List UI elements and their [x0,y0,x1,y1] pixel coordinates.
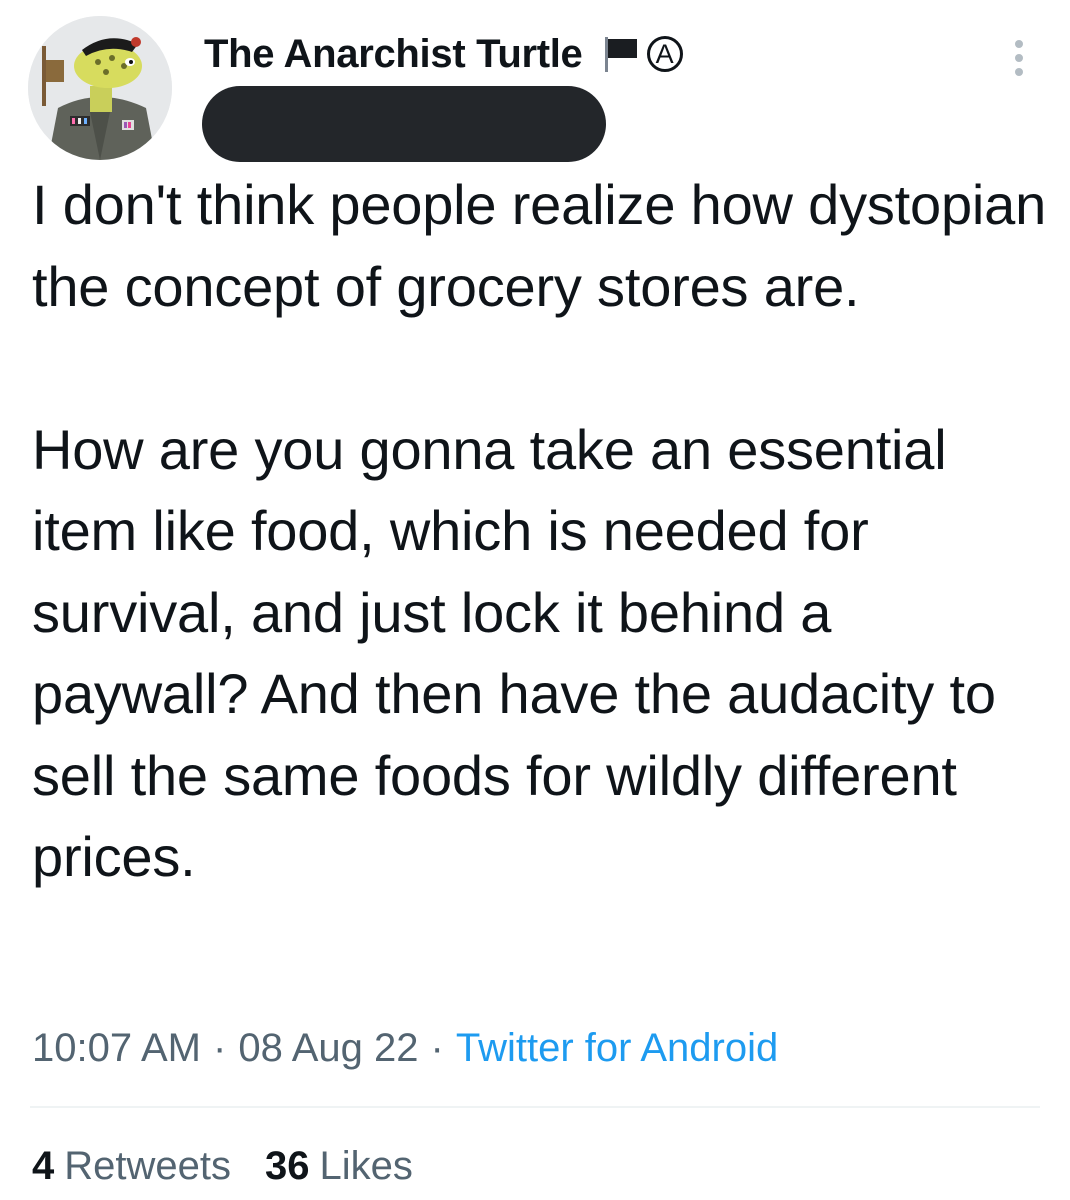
retweets-stat[interactable]: 4 Retweets [32,1144,231,1189]
redacted-username [202,86,606,162]
meta-separator: · [430,1025,444,1070]
tweet-paragraph: How are you gonna take an essential item… [32,417,996,889]
author-display-name[interactable]: The Anarchist Turtle [204,32,583,77]
retweets-label: Retweets [64,1143,231,1188]
likes-stat[interactable]: 36 Likes [265,1144,413,1189]
black-flag-icon [604,37,637,72]
tweet-text: I don't think people realize how dystopi… [32,164,1052,898]
tweet-paragraph: I don't think people realize how dystopi… [32,173,1047,318]
tweet-stats: 4 Retweets 36 Likes [32,1140,413,1192]
turtle-avatar-icon [28,16,172,160]
more-dot [1015,68,1023,76]
likes-count: 36 [265,1143,310,1188]
more-options-icon[interactable] [1004,36,1034,80]
likes-label: Likes [319,1143,413,1188]
tweet-date[interactable]: 08 Aug 22 [238,1026,418,1071]
retweets-count: 4 [32,1143,55,1188]
author-name-row: The Anarchist Turtle A [204,30,683,78]
tweet-card: The Anarchist Turtle A I don't think peo… [0,0,1070,1200]
more-dot [1015,54,1023,62]
tweet-source-link[interactable]: Twitter for Android [456,1026,778,1071]
circle-a-anarchy-icon: A [646,36,683,72]
tweet-time[interactable]: 10:07 AM [32,1026,201,1071]
more-dot [1015,40,1023,48]
meta-separator: · [213,1025,227,1070]
divider [30,1106,1040,1108]
tweet-meta: 10:07 AM · 08 Aug 22 · Twitter for Andro… [32,1020,778,1076]
avatar[interactable] [28,16,172,160]
